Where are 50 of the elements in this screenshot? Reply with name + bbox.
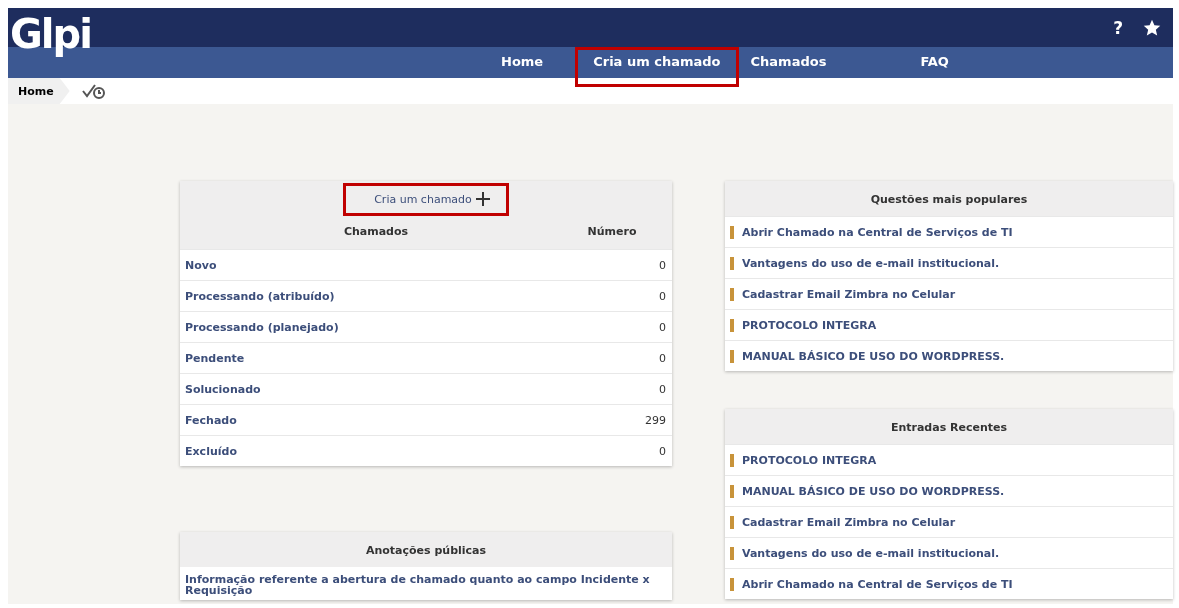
bullet-bar-icon <box>730 577 734 591</box>
nav-link[interactable]: Chamados <box>738 47 839 78</box>
ticket-count: 0 <box>659 351 666 365</box>
article-link[interactable]: Cadastrar Email Zimbra no Celular <box>742 287 956 301</box>
plus-icon <box>475 192 490 206</box>
create-ticket-link[interactable]: Cria um chamado <box>343 183 509 216</box>
panel-title: Questões mais populares <box>725 181 1173 216</box>
status-link[interactable]: Processando (atribuído) <box>185 289 335 303</box>
article-link[interactable]: MANUAL BÁSICO DE USO DO WORDPRESS. <box>742 349 1005 363</box>
nav-link[interactable]: Home <box>489 47 556 78</box>
bullet-bar-icon <box>730 546 734 560</box>
bullet-bar-icon <box>730 484 734 498</box>
status-link[interactable]: Pendente <box>185 351 245 365</box>
status-link[interactable]: Solucionado <box>185 382 261 396</box>
article-link[interactable]: Abrir Chamado na Central de Serviços de TI <box>742 225 1013 239</box>
bullet-bar-icon <box>730 515 734 529</box>
bullet-bar-icon <box>730 453 734 467</box>
bullet-bar-icon <box>730 349 734 363</box>
ticket-count: 0 <box>659 382 666 396</box>
ticket-count: 0 <box>659 289 666 303</box>
bullet-bar-icon <box>730 318 734 332</box>
column-header: Número <box>586 225 638 238</box>
bullet-bar-icon <box>730 287 734 301</box>
ticket-count: 0 <box>659 258 666 272</box>
panel-title: Entradas Recentes <box>725 409 1173 444</box>
panel-title: Anotações públicas <box>180 532 672 567</box>
article-link[interactable]: Abrir Chamado na Central de Serviços de TI <box>742 577 1013 591</box>
article-link[interactable]: Cadastrar Email Zimbra no Celular <box>742 515 956 529</box>
bullet-bar-icon <box>730 256 734 270</box>
article-link[interactable]: PROTOCOLO INTEGRA <box>742 453 877 467</box>
star-icon[interactable] <box>1143 18 1161 37</box>
nav-link[interactable]: Cria um chamado <box>575 47 739 87</box>
article-link[interactable]: MANUAL BÁSICO DE USO DO WORDPRESS. <box>742 484 1005 498</box>
note-link[interactable]: Informação referente a abertura de chamado quanto ao campo Incidente x Requisição <box>180 567 672 600</box>
ticket-count: 0 <box>659 444 666 458</box>
article-link[interactable]: PROTOCOLO INTEGRA <box>742 318 877 332</box>
article-link[interactable]: Vantagens do uso de e-mail institucional. <box>742 546 1000 560</box>
status-link[interactable]: Novo <box>185 258 217 272</box>
status-link[interactable]: Processando (planejado) <box>185 320 339 334</box>
help-icon[interactable]: ? <box>1113 17 1123 38</box>
status-link[interactable]: Fechado <box>185 413 237 427</box>
check-clock-icon[interactable] <box>81 83 106 99</box>
article-link[interactable]: Vantagens do uso de e-mail institucional. <box>742 256 1000 270</box>
bullet-bar-icon <box>730 225 734 239</box>
breadcrumb-link[interactable]: Home <box>8 78 70 104</box>
nav-link[interactable]: FAQ <box>908 47 961 78</box>
ticket-count: 0 <box>659 320 666 334</box>
ticket-count: 299 <box>645 413 666 427</box>
status-link[interactable]: Excluído <box>185 444 237 458</box>
column-header: Chamados <box>342 225 410 238</box>
